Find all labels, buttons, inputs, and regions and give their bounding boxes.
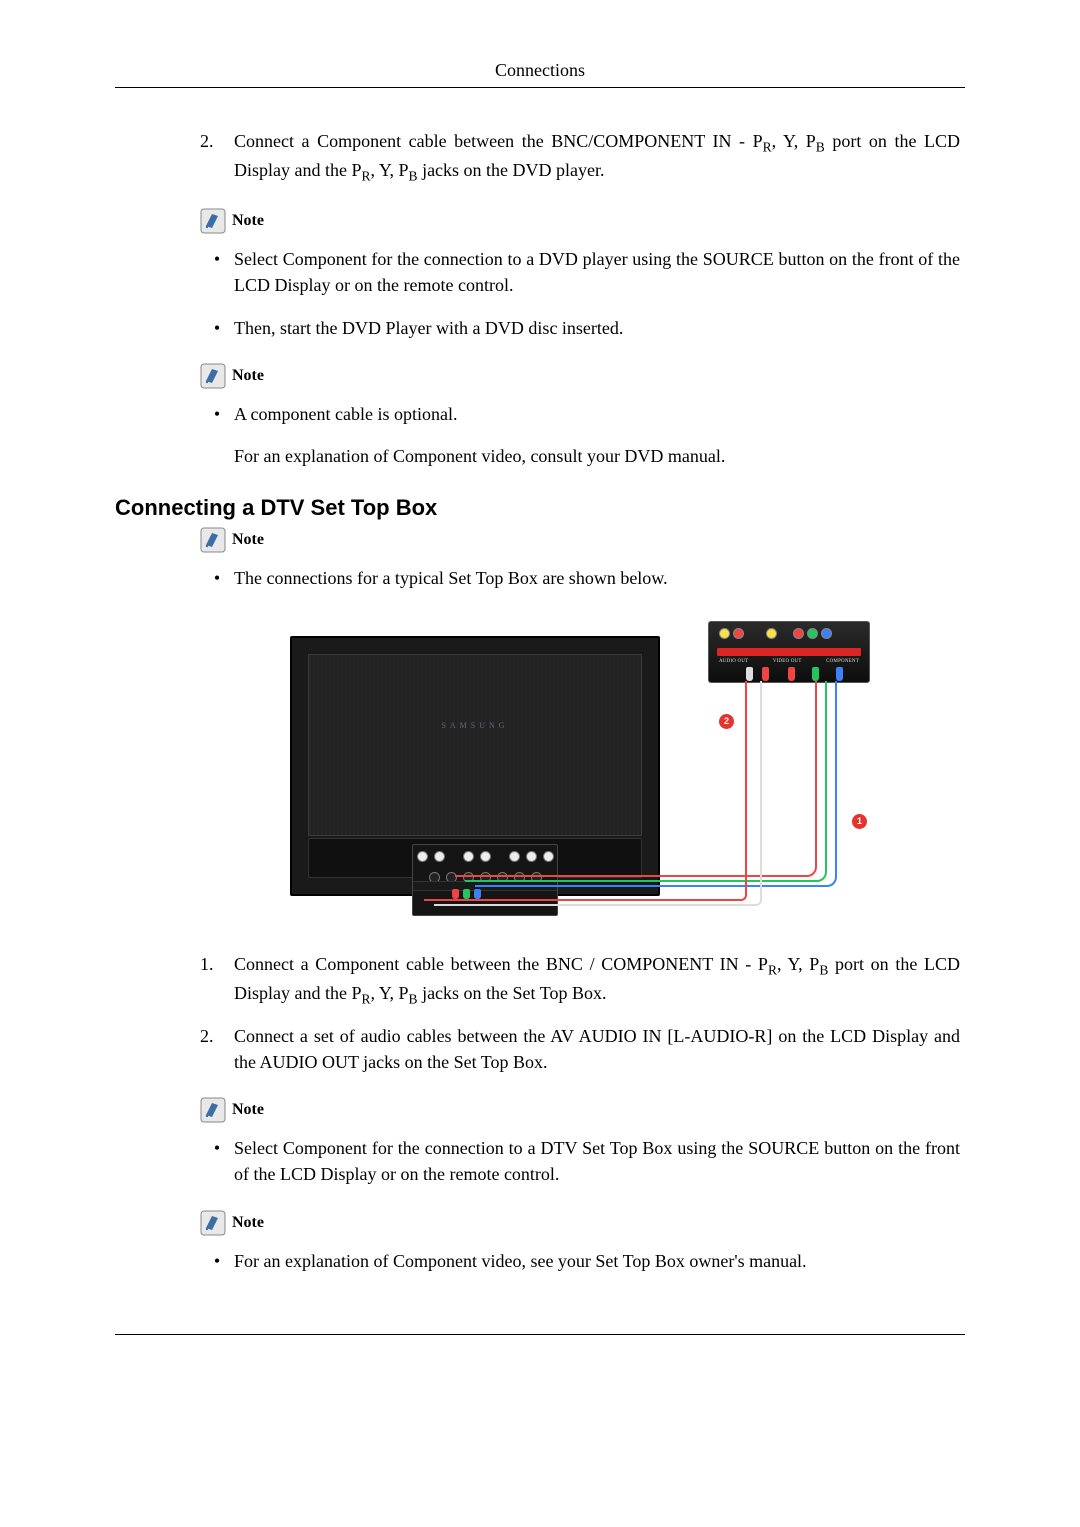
note2-extra: For an explanation of Component video, c… <box>234 443 960 469</box>
list-item: 2. Connect a set of audio cables between… <box>200 1023 960 1075</box>
plug-icon <box>836 667 843 681</box>
cable-audio-l <box>434 681 762 906</box>
page-header-title: Connections <box>115 60 965 81</box>
callout-1: 1 <box>851 813 868 830</box>
diagram-canvas: AUDIO OUT VIDEO OUT COMPONENT SAMSUNG <box>290 621 870 921</box>
note-label: Note <box>232 212 264 230</box>
page: Connections 2. Connect a Component cable… <box>0 0 1080 1527</box>
divider-top <box>115 87 965 88</box>
bullet-icon: • <box>200 246 234 298</box>
step-text: Connect a Component cable between the BN… <box>234 128 960 186</box>
list-item: 2. Connect a Component cable between the… <box>200 128 960 186</box>
bullet-icon: • <box>200 1135 234 1187</box>
note-label: Note <box>232 1214 264 1232</box>
step-number: 2. <box>200 1023 234 1075</box>
bullet-icon: • <box>200 565 234 591</box>
step-number: 1. <box>200 951 234 1009</box>
bullet-icon: • <box>200 401 234 427</box>
stb-jacks <box>719 628 832 639</box>
callout-2: 2 <box>718 713 735 730</box>
plug-icon <box>812 667 819 681</box>
note-label: Note <box>232 1101 264 1119</box>
list-item: •Select Component for the connection to … <box>200 1135 960 1187</box>
note-icon <box>200 208 226 234</box>
list-item: •For an explanation of Component video, … <box>200 1248 960 1274</box>
stb-component-jacks <box>793 628 832 639</box>
plug-icon <box>463 889 470 899</box>
plug-icon <box>474 889 481 899</box>
note5-list: •For an explanation of Component video, … <box>200 1248 960 1274</box>
list-item: •Select Component for the connection to … <box>200 246 960 298</box>
stb-audio-jacks <box>719 628 744 639</box>
list-item: •Then, start the DVD Player with a DVD d… <box>200 315 960 341</box>
plug-icon <box>746 667 753 681</box>
note3-list: •The connections for a typical Set Top B… <box>200 565 960 591</box>
note-heading: Note <box>200 363 960 389</box>
stb-video-jack <box>766 628 777 639</box>
divider-bottom <box>115 1334 965 1335</box>
note-label: Note <box>232 367 264 385</box>
note-heading: Note <box>200 208 960 234</box>
bullet-icon: • <box>200 1248 234 1274</box>
note-icon <box>200 1210 226 1236</box>
bullet-icon: • <box>200 315 234 341</box>
content: 2. Connect a Component cable between the… <box>115 128 965 1274</box>
note-icon <box>200 1097 226 1123</box>
step-text: Connect a set of audio cables between th… <box>234 1023 960 1075</box>
note-heading: Note <box>200 1210 960 1236</box>
note-heading: Note <box>200 527 960 553</box>
step-list-top: 2. Connect a Component cable between the… <box>200 128 960 186</box>
step-number: 2. <box>200 128 234 186</box>
note2-list: •A component cable is optional. <box>200 401 960 427</box>
section-heading: Connecting a DTV Set Top Box <box>115 495 960 521</box>
step-list-bottom: 1. Connect a Component cable between the… <box>200 951 960 1076</box>
step-text: Connect a Component cable between the BN… <box>234 951 960 1009</box>
connection-diagram: AUDIO OUT VIDEO OUT COMPONENT SAMSUNG <box>290 621 870 921</box>
list-item: •A component cable is optional. <box>200 401 960 427</box>
note-label: Note <box>232 531 264 549</box>
note4-list: •Select Component for the connection to … <box>200 1135 960 1187</box>
note-icon <box>200 527 226 553</box>
list-item: 1. Connect a Component cable between the… <box>200 951 960 1009</box>
plug-icon <box>452 889 459 899</box>
note1-list: •Select Component for the connection to … <box>200 246 960 340</box>
list-item: •The connections for a typical Set Top B… <box>200 565 960 591</box>
stb-labels: AUDIO OUT VIDEO OUT COMPONENT <box>719 659 859 664</box>
plug-icon <box>762 667 769 681</box>
plug-icon <box>788 667 795 681</box>
note-icon <box>200 363 226 389</box>
note-heading: Note <box>200 1097 960 1123</box>
